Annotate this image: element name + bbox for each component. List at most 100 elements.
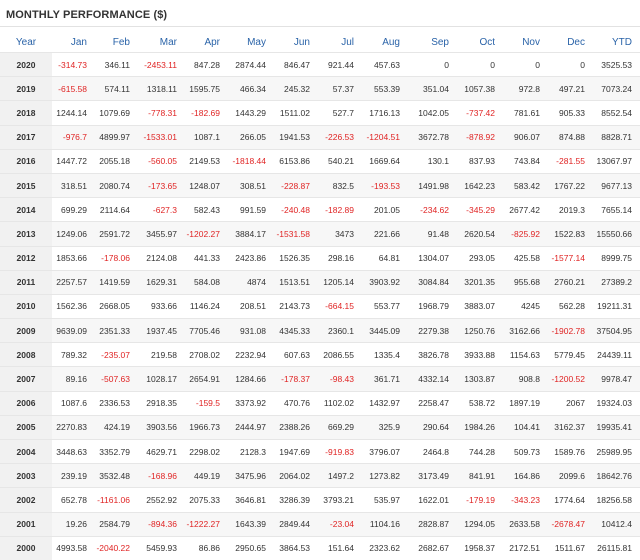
- value-cell: 1984.26: [457, 414, 503, 440]
- value-cell: 24439.11: [593, 342, 640, 367]
- column-header-ytd: YTD: [612, 36, 632, 48]
- value-cell: 0: [548, 51, 593, 77]
- value-cell: 1304.07: [408, 245, 457, 271]
- value-cell: 841.91: [457, 463, 503, 488]
- value-cell: 2444.97: [228, 414, 274, 440]
- value-cell: 3084.84: [408, 269, 457, 295]
- value-cell: 3162.66: [503, 318, 548, 343]
- table-row: 2011 2257.57 1419.59 1629.31 584.08 4874 1513.…: [0, 269, 640, 295]
- value-cell: 7655.14: [593, 197, 640, 222]
- value-cell: 1419.59: [95, 269, 138, 295]
- value-cell: 2654.91: [185, 366, 228, 392]
- value-cell: -193.53: [362, 172, 408, 198]
- value-cell: 553.39: [362, 76, 408, 101]
- table-row: 2000 4993.58 -2040.22 5459.93 86.86 2950.65 38…: [0, 535, 640, 560]
- column-header-mar: Mar: [159, 36, 177, 48]
- value-cell: 64.81: [362, 245, 408, 271]
- value-cell: 2143.73: [274, 293, 318, 319]
- table-row: 2018 1244.14 1079.69 -778.31 -182.69 1443.29 1…: [0, 100, 640, 126]
- value-cell: 4245: [503, 293, 548, 319]
- value-cell: 538.72: [457, 390, 503, 416]
- value-cell: 6153.86: [274, 148, 318, 174]
- value-cell: 1057.38: [457, 76, 503, 101]
- table-row: 2013 1249.06 2591.72 3455.97 -1202.27 3884.17…: [0, 221, 640, 246]
- value-cell: 2124.08: [138, 245, 185, 271]
- value-cell: 2075.33: [185, 487, 228, 513]
- value-cell: -2040.22: [95, 535, 138, 560]
- value-cell: 1511.02: [274, 100, 318, 126]
- value-cell: -560.05: [138, 148, 185, 174]
- value-cell: 1966.73: [185, 414, 228, 440]
- value-cell: 2388.26: [274, 414, 318, 440]
- value-cell: 4345.33: [274, 318, 318, 343]
- year-cell: 2000: [0, 535, 52, 560]
- value-cell: 3903.92: [362, 269, 408, 295]
- table-row: 2016 1447.72 2055.18 -560.05 2149.53 -1818.44…: [0, 148, 640, 174]
- value-cell: 2874.44: [228, 51, 274, 77]
- value-cell: 3646.81: [228, 487, 274, 513]
- value-cell: -919.83: [318, 438, 362, 464]
- value-cell: 3884.17: [228, 221, 274, 246]
- value-cell: 19.26: [52, 511, 95, 537]
- table-row: 2015 318.51 2080.74 -173.65 1248.07 308.51 -22…: [0, 172, 640, 198]
- table-row: 2009 9639.09 2351.33 1937.45 7705.46 931.08 43…: [0, 318, 640, 343]
- table-row: 2007 89.16 -507.63 1028.17 2654.91 1284.66 -17…: [0, 366, 640, 392]
- value-cell: 2086.55: [318, 342, 362, 367]
- value-cell: 19935.41: [593, 414, 640, 440]
- value-cell: 8552.54: [593, 100, 640, 126]
- table-row: 2014 699.29 2114.64 -627.3 582.43 991.59 -240.…: [0, 197, 640, 222]
- value-cell: 239.19: [52, 463, 95, 488]
- year-cell: 2005: [0, 414, 52, 440]
- table-header-row: Year Jan Feb Mar Apr May Jun Jul Aug Sep Oct Nov Dec…: [0, 32, 640, 53]
- value-cell: 3883.07: [457, 293, 503, 319]
- value-cell: 18642.76: [593, 463, 640, 488]
- value-cell: 1941.53: [274, 124, 318, 150]
- value-cell: 2232.94: [228, 342, 274, 367]
- table-row: 2003 239.19 3532.48 -168.96 449.19 3475.96 206…: [0, 463, 640, 488]
- value-cell: 1968.79: [408, 293, 457, 319]
- value-cell: 955.68: [503, 269, 548, 295]
- value-cell: 1642.23: [457, 172, 503, 198]
- value-cell: 3933.88: [457, 342, 503, 367]
- year-cell: 2009: [0, 318, 52, 343]
- value-cell: 1154.63: [503, 342, 548, 367]
- value-cell: 89.16: [52, 366, 95, 392]
- value-cell: 57.37: [318, 76, 362, 101]
- value-cell: 104.41: [503, 414, 548, 440]
- value-cell: -894.36: [138, 511, 185, 537]
- value-cell: 837.93: [457, 148, 503, 174]
- value-cell: 1244.14: [52, 100, 95, 126]
- title-divider: [0, 26, 640, 27]
- value-cell: 219.58: [138, 342, 185, 367]
- table-body: 2020 -314.73 346.11 -2453.11 847.28 2874.44 84…: [0, 51, 640, 560]
- value-cell: 2849.44: [274, 511, 318, 537]
- value-cell: 2323.62: [362, 535, 408, 560]
- value-cell: 3903.56: [138, 414, 185, 440]
- value-cell: 743.84: [503, 148, 548, 174]
- value-cell: 2172.51: [503, 535, 548, 560]
- value-cell: 4993.58: [52, 535, 95, 560]
- value-cell: 221.66: [362, 221, 408, 246]
- value-cell: 308.51: [228, 172, 274, 198]
- value-cell: 1562.36: [52, 293, 95, 319]
- value-cell: 2099.6: [548, 463, 593, 488]
- value-cell: 2584.79: [95, 511, 138, 537]
- value-cell: -1161.06: [95, 487, 138, 513]
- table-row: 2005 2270.83 424.19 3903.56 1966.73 2444.97 23…: [0, 414, 640, 440]
- value-cell: 3826.78: [408, 342, 457, 367]
- value-cell: 351.04: [408, 76, 457, 101]
- table-row: 2012 1853.66 -178.06 2124.08 441.33 2423.86 15…: [0, 245, 640, 271]
- value-cell: 5779.45: [548, 342, 593, 367]
- value-cell: -627.3: [138, 197, 185, 222]
- value-cell: 2668.05: [95, 293, 138, 319]
- table-row: 2004 3448.63 3352.79 4629.71 2298.02 2128.3 19…: [0, 438, 640, 464]
- year-cell: 2001: [0, 511, 52, 537]
- year-cell: 2013: [0, 221, 52, 246]
- value-cell: -178.06: [95, 245, 138, 271]
- value-cell: 1294.05: [457, 511, 503, 537]
- value-cell: -507.63: [95, 366, 138, 392]
- value-cell: 9677.13: [593, 172, 640, 198]
- value-cell: 553.77: [362, 293, 408, 319]
- value-cell: 1629.31: [138, 269, 185, 295]
- value-cell: 3793.21: [318, 487, 362, 513]
